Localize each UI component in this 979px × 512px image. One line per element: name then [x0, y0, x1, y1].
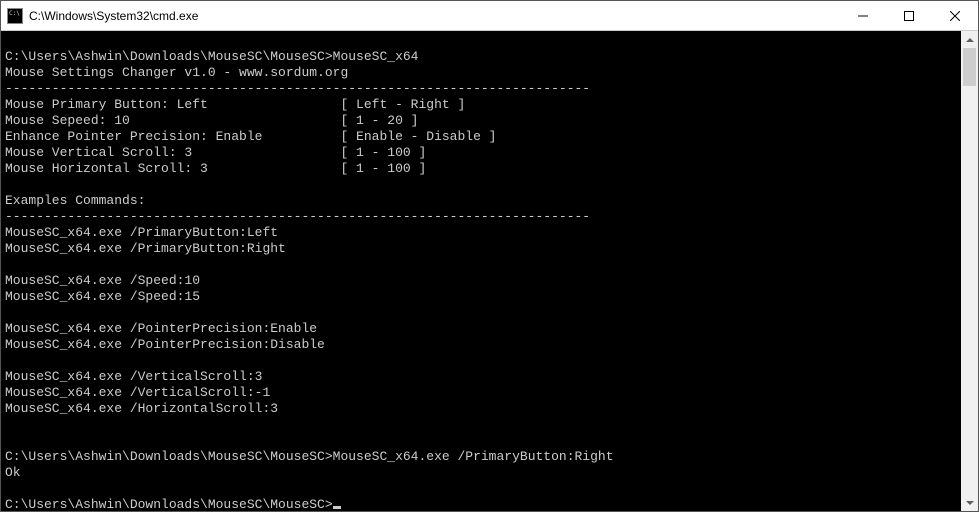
titlebar[interactable]: C:\Windows\System32\cmd.exe — [1, 1, 978, 31]
scroll-up-button[interactable] — [961, 31, 978, 48]
prompt: C:\Users\Ashwin\Downloads\MouseSC\MouseS… — [5, 49, 333, 64]
vertical-scrollbar[interactable] — [961, 31, 978, 511]
setting-line: Mouse Vertical Scroll: 3 [ 1 - 100 ] — [5, 145, 426, 160]
example-line: MouseSC_x64.exe /Speed:10 — [5, 273, 200, 288]
prompt-line: C:\Users\Ashwin\Downloads\MouseSC\MouseS… — [5, 497, 341, 511]
close-button[interactable] — [932, 1, 978, 30]
example-line: MouseSC_x64.exe /HorizontalScroll:3 — [5, 401, 278, 416]
maximize-button[interactable] — [886, 1, 932, 30]
cursor — [333, 506, 341, 509]
prompt-line: C:\Users\Ashwin\Downloads\MouseSC\MouseS… — [5, 449, 614, 464]
examples-label: Examples Commands: — [5, 193, 145, 208]
example-line: MouseSC_x64.exe /VerticalScroll:-1 — [5, 385, 270, 400]
window-controls — [840, 1, 978, 30]
example-line: MouseSC_x64.exe /PointerPrecision:Disabl… — [5, 337, 325, 352]
scrollbar-track[interactable] — [961, 48, 978, 494]
command-text: MouseSC_x64 — [333, 49, 419, 64]
scroll-down-button[interactable] — [961, 494, 978, 511]
command-prompt-window: C:\Windows\System32\cmd.exe C:\Users\Ash… — [0, 0, 979, 512]
blank-line — [5, 257, 13, 272]
blank-line — [5, 481, 13, 496]
prompt-line: C:\Users\Ashwin\Downloads\MouseSC\MouseS… — [5, 49, 418, 64]
command-text: MouseSC_x64.exe /PrimaryButton:Right — [333, 449, 614, 464]
scrollbar-thumb[interactable] — [963, 48, 976, 86]
setting-line: Mouse Sepeed: 10 [ 1 - 20 ] — [5, 113, 418, 128]
separator-line: ----------------------------------------… — [5, 209, 590, 224]
cmd-icon — [7, 8, 23, 24]
example-line: MouseSC_x64.exe /PrimaryButton:Right — [5, 241, 286, 256]
prompt: C:\Users\Ashwin\Downloads\MouseSC\MouseS… — [5, 497, 333, 511]
setting-line: Mouse Primary Button: Left [ Left - Righ… — [5, 97, 465, 112]
example-line: MouseSC_x64.exe /VerticalScroll:3 — [5, 369, 262, 384]
setting-line: Mouse Horizontal Scroll: 3 [ 1 - 100 ] — [5, 161, 426, 176]
blank-line — [5, 417, 13, 432]
example-line: MouseSC_x64.exe /PrimaryButton:Left — [5, 225, 278, 240]
example-line: MouseSC_x64.exe /Speed:15 — [5, 289, 200, 304]
separator-line: ----------------------------------------… — [5, 81, 590, 96]
blank-line — [5, 305, 13, 320]
blank-line — [5, 353, 13, 368]
output-header: Mouse Settings Changer v1.0 - www.sordum… — [5, 65, 348, 80]
prompt: C:\Users\Ashwin\Downloads\MouseSC\MouseS… — [5, 449, 333, 464]
example-line: MouseSC_x64.exe /PointerPrecision:Enable — [5, 321, 317, 336]
minimize-button[interactable] — [840, 1, 886, 30]
blank-line — [5, 177, 13, 192]
blank-line — [5, 433, 13, 448]
setting-line: Enhance Pointer Precision: Enable [ Enab… — [5, 129, 496, 144]
blank-line — [5, 33, 13, 48]
console-output[interactable]: C:\Users\Ashwin\Downloads\MouseSC\MouseS… — [1, 31, 961, 511]
output-result: Ok — [5, 465, 21, 480]
client-area: C:\Users\Ashwin\Downloads\MouseSC\MouseS… — [1, 31, 978, 511]
window-title: C:\Windows\System32\cmd.exe — [29, 9, 840, 23]
